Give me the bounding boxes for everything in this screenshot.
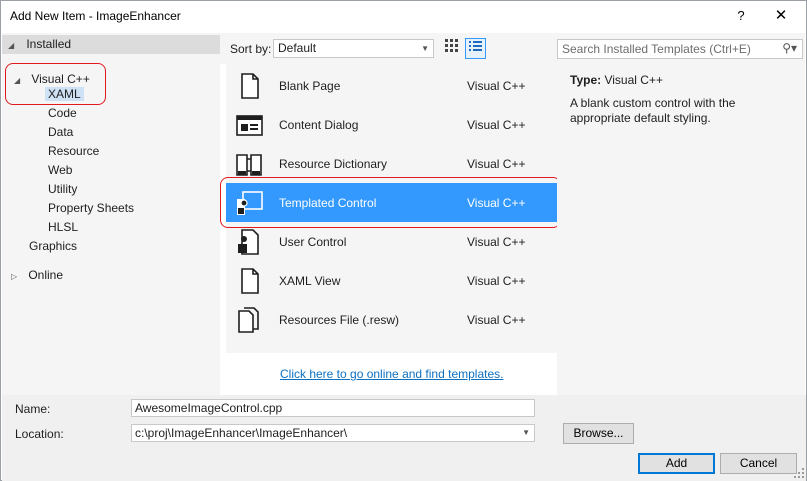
blank-page-icon (241, 73, 259, 99)
add-button[interactable]: Add (638, 453, 715, 474)
window-title: Add New Item - ImageEnhancer (10, 9, 181, 23)
search-input[interactable] (558, 40, 766, 58)
tree-item-label: Installed (26, 37, 72, 51)
template-item-user-control[interactable]: User Control Visual C++ (226, 222, 557, 261)
collapsed-arrow-icon[interactable]: ▷ (11, 267, 21, 286)
tree-item-installed[interactable]: ◢ Installed (2, 35, 220, 54)
template-name: Resources File (.resw) (279, 313, 400, 327)
help-button[interactable]: ? (721, 3, 761, 29)
template-item-templated-control[interactable]: Templated Control Visual C++ (226, 183, 557, 222)
template-item-resource-dictionary[interactable]: Resource Dictionary Visual C++ (226, 144, 557, 183)
templated-control-icon (237, 191, 263, 215)
template-name: User Control (279, 235, 347, 249)
tree-item-label: Online (28, 268, 64, 282)
xaml-view-icon (241, 268, 259, 294)
template-language: Visual C++ (467, 235, 526, 249)
user-control-icon (238, 229, 259, 255)
category-tree: ◢ Installed ◢ Visual C++ XAML Code Data … (2, 33, 220, 395)
resources-file-icon (238, 307, 259, 333)
template-language: Visual C++ (467, 79, 526, 93)
location-combobox[interactable]: c:\proj\ImageEnhancer\ImageEnhancer\ ▼ (131, 424, 535, 442)
type-label: Type: (570, 73, 602, 87)
tree-item-code[interactable]: Code (48, 104, 77, 123)
name-label: Name: (15, 402, 51, 416)
sort-by-label: Sort by: (230, 42, 272, 56)
list-view-icon (469, 41, 482, 51)
template-list: Blank Page Visual C++ Content Dialog Vis… (226, 64, 557, 353)
location-label: Location: (15, 427, 64, 441)
online-templates-link[interactable]: Click here to go online and find templat… (280, 367, 503, 381)
tree-item-utility[interactable]: Utility (48, 180, 77, 199)
detail-type: Type: Visual C++ (570, 73, 663, 87)
dropdown-arrow-icon: ▼ (421, 44, 429, 53)
tree-item-graphics[interactable]: Graphics (29, 237, 77, 256)
tree-item-online[interactable]: ▷ Online (11, 266, 63, 285)
resize-grip-icon[interactable] (794, 468, 804, 478)
cancel-button[interactable]: Cancel (720, 453, 797, 474)
browse-button[interactable]: Browse... (563, 423, 634, 444)
template-item-resources-file[interactable]: Resources File (.resw) Visual C++ (226, 300, 557, 339)
expanded-arrow-icon[interactable]: ◢ (8, 36, 18, 55)
search-icon[interactable]: ⚲▾ (782, 41, 797, 55)
tree-item-hlsl[interactable]: HLSL (48, 218, 78, 237)
template-language: Visual C++ (467, 118, 526, 132)
search-templates-box[interactable]: ⚲▾ (557, 39, 803, 59)
sort-by-dropdown[interactable]: Default ▼ (273, 39, 434, 58)
tree-item-label: XAML (45, 87, 84, 101)
template-name: Templated Control (279, 196, 377, 210)
sort-by-value: Default (278, 41, 317, 55)
name-field[interactable]: AwesomeImageControl.cpp (131, 399, 535, 417)
tree-item-property-sheets[interactable]: Property Sheets (48, 199, 134, 218)
tree-item-web[interactable]: Web (48, 161, 72, 180)
tree-item-resource[interactable]: Resource (48, 142, 99, 161)
tree-item-data[interactable]: Data (48, 123, 73, 142)
template-item-content-dialog[interactable]: Content Dialog Visual C++ (226, 105, 557, 144)
template-name: Blank Page (279, 79, 341, 93)
type-value: Visual C++ (604, 73, 663, 87)
list-view-button[interactable] (465, 38, 486, 59)
resource-dictionary-icon (236, 154, 262, 176)
template-item-xaml-view[interactable]: XAML View Visual C++ (226, 261, 557, 300)
template-item-blank-page[interactable]: Blank Page Visual C++ (226, 66, 557, 105)
grid-view-icon (445, 39, 458, 52)
title-bar: Add New Item - ImageEnhancer ? ✕ (1, 1, 806, 32)
location-value: c:\proj\ImageEnhancer\ImageEnhancer\ (135, 426, 348, 440)
details-pane: Type: Visual C++ A blank custom control … (557, 64, 805, 395)
dropdown-arrow-icon[interactable]: ▼ (522, 425, 530, 441)
template-language: Visual C++ (467, 313, 526, 327)
template-toolbar: Sort by: Default ▼ ⚲▾ (220, 33, 805, 64)
add-new-item-dialog: Add New Item - ImageEnhancer ? ✕ ◢ Insta… (0, 0, 807, 481)
close-button[interactable]: ✕ (761, 3, 801, 29)
content-dialog-icon (236, 115, 263, 136)
template-language: Visual C++ (467, 157, 526, 171)
template-language: Visual C++ (467, 196, 526, 210)
template-description: A blank custom control with the appropri… (570, 96, 736, 125)
tree-item-label: Visual C++ (31, 72, 90, 86)
template-name: Resource Dictionary (279, 157, 388, 171)
expanded-arrow-icon[interactable]: ◢ (14, 71, 24, 90)
template-language: Visual C++ (467, 274, 526, 288)
template-name: Content Dialog (279, 118, 359, 132)
tree-item-xaml[interactable]: XAML (45, 85, 84, 104)
template-name: XAML View (279, 274, 341, 288)
small-icons-view-button[interactable] (441, 38, 462, 59)
